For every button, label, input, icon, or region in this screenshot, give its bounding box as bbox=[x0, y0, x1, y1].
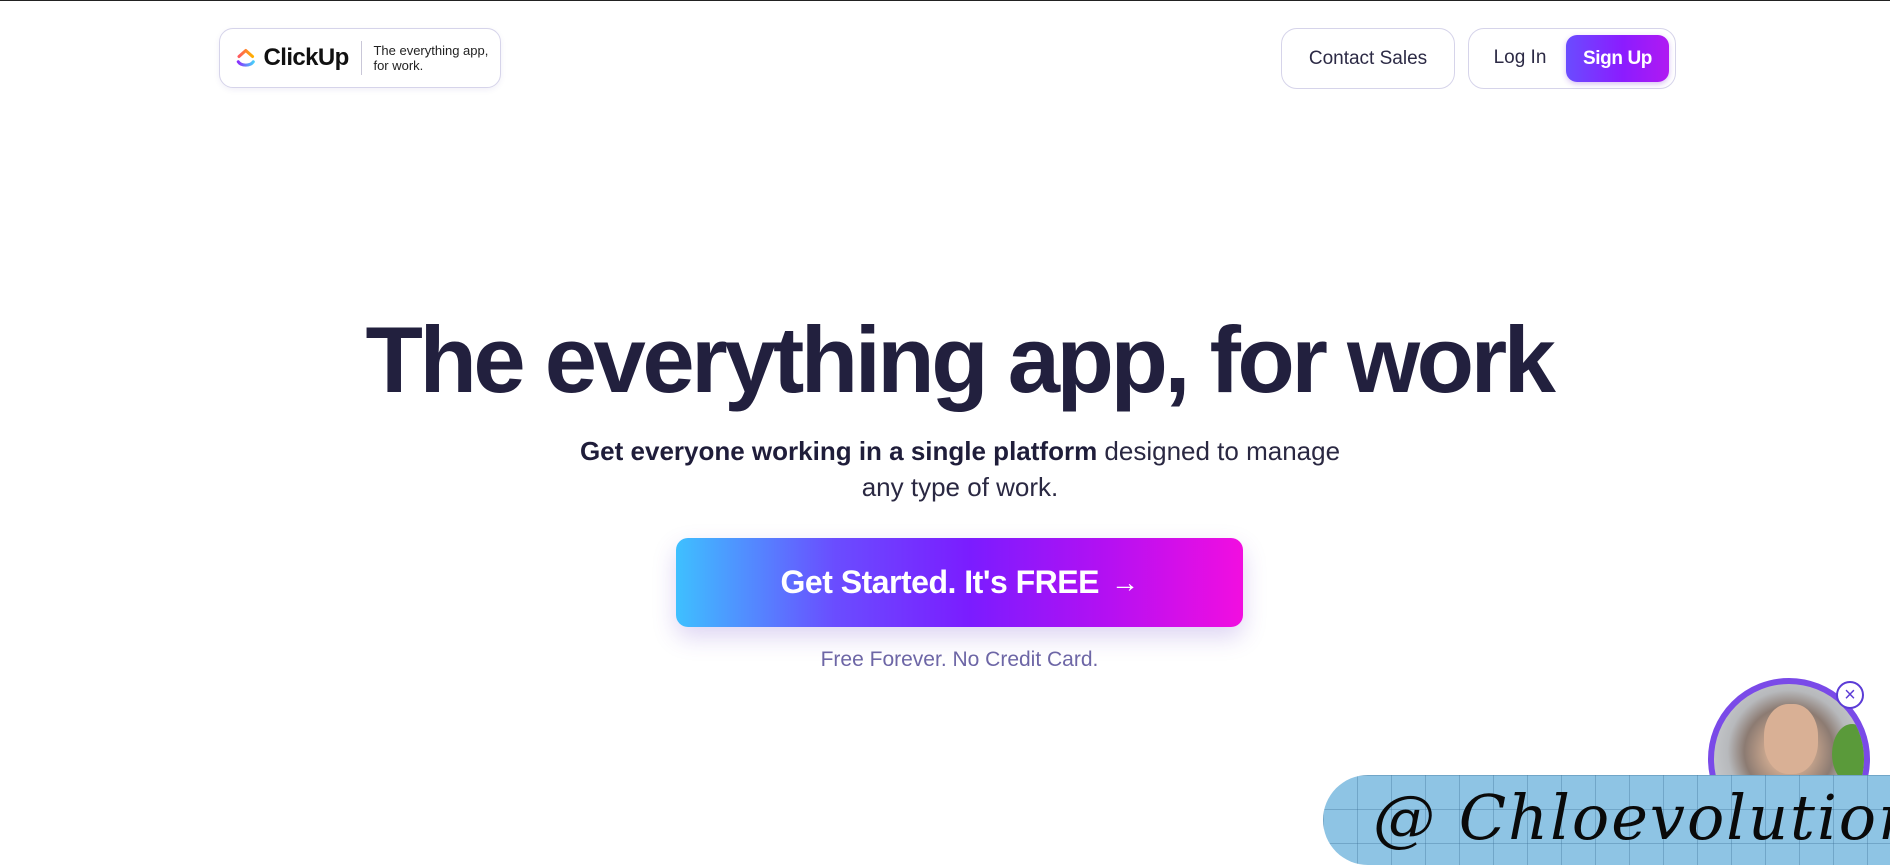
close-icon[interactable]: × bbox=[1836, 681, 1864, 709]
get-started-label: Get Started. It's FREE bbox=[780, 564, 1100, 600]
signup-button[interactable]: Sign Up bbox=[1566, 35, 1669, 82]
arrow-right-icon: → bbox=[1110, 566, 1139, 598]
logo-wordmark: ClickUp bbox=[263, 44, 350, 71]
hero-subtitle: Get everyone working in a single platfor… bbox=[560, 433, 1360, 505]
logo-divider bbox=[360, 41, 362, 75]
get-started-button[interactable]: Get Started. It's FREE → bbox=[676, 538, 1243, 627]
logo-link[interactable]: ClickUp The everything app, for work. bbox=[219, 28, 501, 88]
hero-subtitle-bold: Get everyone working in a single platfor… bbox=[579, 436, 1098, 466]
login-button[interactable]: Log In bbox=[1487, 33, 1553, 83]
contact-sales-button[interactable]: Contact Sales bbox=[1281, 28, 1455, 89]
watermark-banner: @ Chloevolution bbox=[1323, 775, 1890, 865]
clickup-logo-icon bbox=[236, 48, 255, 67]
video-person-face bbox=[1764, 704, 1818, 774]
top-border-line bbox=[0, 0, 1890, 1]
logo-tagline: The everything app, for work. bbox=[373, 43, 489, 73]
cta-note: Free Forever. No Credit Card. bbox=[820, 648, 1099, 671]
hero-title: The everything app, for work bbox=[365, 307, 1556, 412]
watermark-text: @ Chloevolution bbox=[1373, 781, 1890, 854]
